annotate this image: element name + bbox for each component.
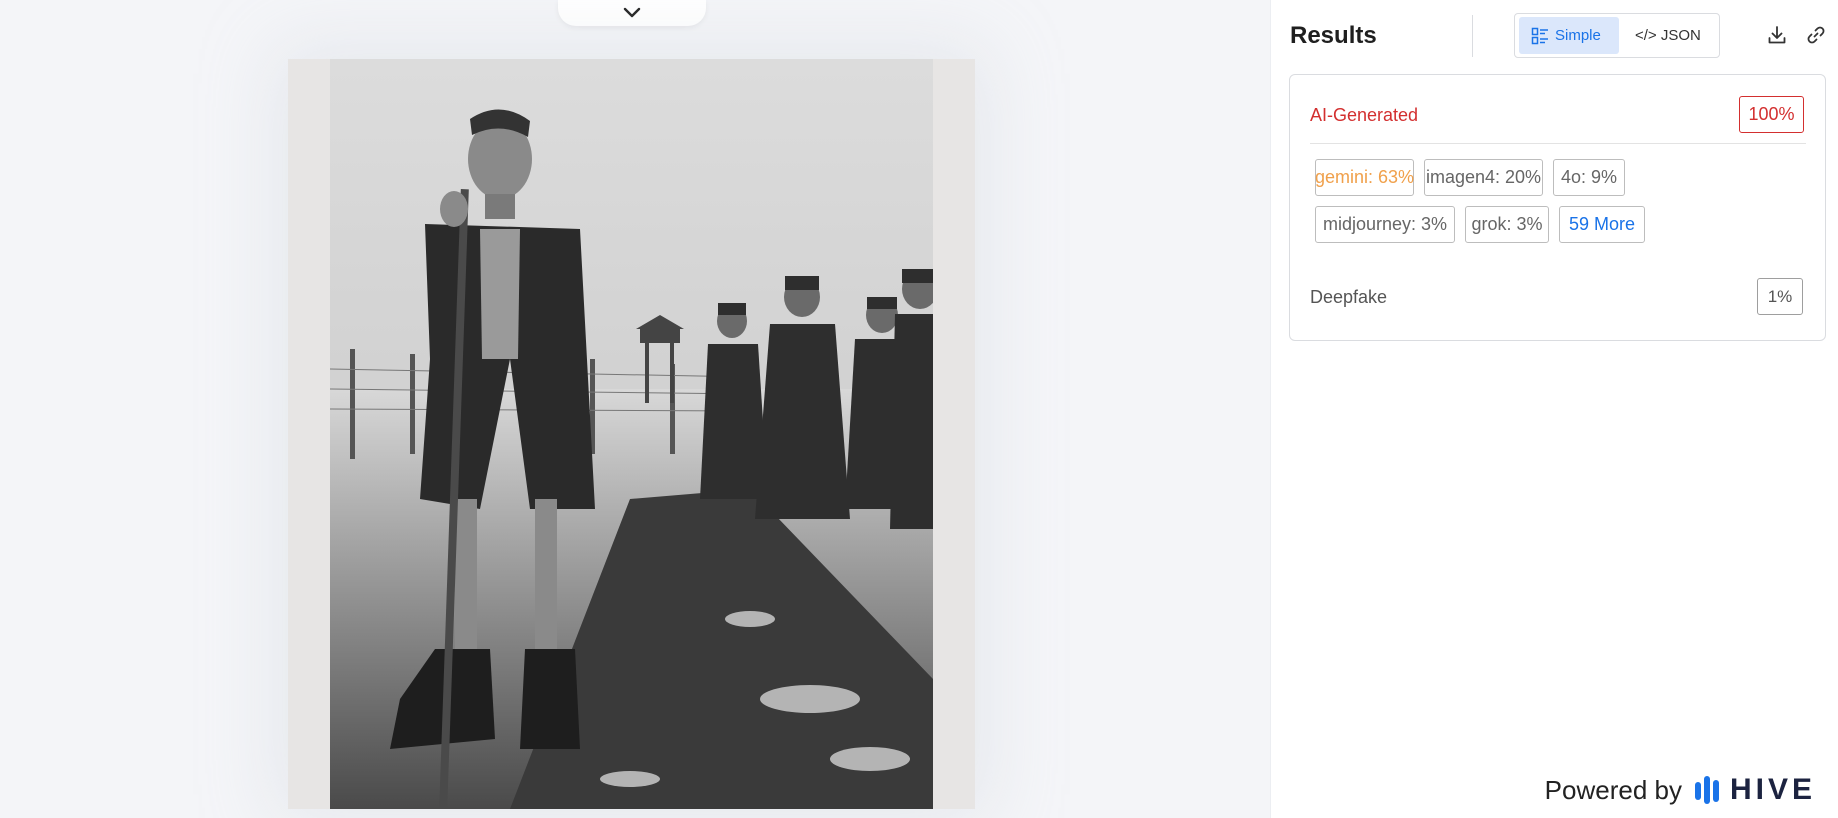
json-view-button[interactable]: </> JSON <box>1623 17 1713 54</box>
deepfake-label: Deepfake <box>1310 287 1388 307</box>
chevron-down-icon <box>623 7 641 18</box>
source-chip[interactable]: grok: 3% <box>1465 206 1549 243</box>
classification-card: AI-Generated 100% gemini: 63% imagen4: 2… <box>1289 74 1826 341</box>
download-icon <box>1768 26 1786 44</box>
list-view-icon <box>1531 27 1548 44</box>
source-chip[interactable]: imagen4: 20% <box>1424 159 1543 196</box>
card-divider <box>1310 143 1806 144</box>
powered-by-footer: Powered by HIVE <box>1545 770 1816 810</box>
hive-logo: HIVE <box>1694 773 1816 807</box>
results-title: Results <box>1290 22 1377 49</box>
ai-generated-score: 100% <box>1739 96 1804 133</box>
source-chip[interactable]: gemini: 63% <box>1315 159 1414 196</box>
deepfake-score: 1% <box>1757 278 1803 315</box>
source-chip[interactable]: midjourney: 3% <box>1315 206 1455 243</box>
simple-view-button[interactable]: Simple <box>1519 17 1619 54</box>
toolbar-divider <box>1472 15 1473 57</box>
collapse-toggle[interactable] <box>558 0 706 26</box>
json-view-label: </> JSON <box>1635 27 1701 44</box>
hive-wordmark: HIVE <box>1729 773 1816 806</box>
results-panel: Results Simple </> JSON AI-Generated 100… <box>1271 0 1838 818</box>
ai-generated-label: AI-Generated <box>1310 105 1419 125</box>
download-button[interactable] <box>1764 22 1790 48</box>
powered-by-text: Powered by <box>1544 774 1682 805</box>
copy-link-button[interactable] <box>1803 22 1829 48</box>
simple-view-label: Simple <box>1555 27 1601 44</box>
link-icon <box>1807 26 1825 44</box>
analyzed-photo <box>330 59 933 809</box>
image-frame <box>288 59 975 809</box>
more-sources-button[interactable]: 59 More <box>1559 206 1645 243</box>
source-chip[interactable]: 4o: 9% <box>1553 159 1625 196</box>
view-mode-toggle: Simple </> JSON <box>1514 13 1720 58</box>
image-preview-panel <box>0 0 1271 818</box>
hive-logo-icon <box>1694 776 1719 804</box>
